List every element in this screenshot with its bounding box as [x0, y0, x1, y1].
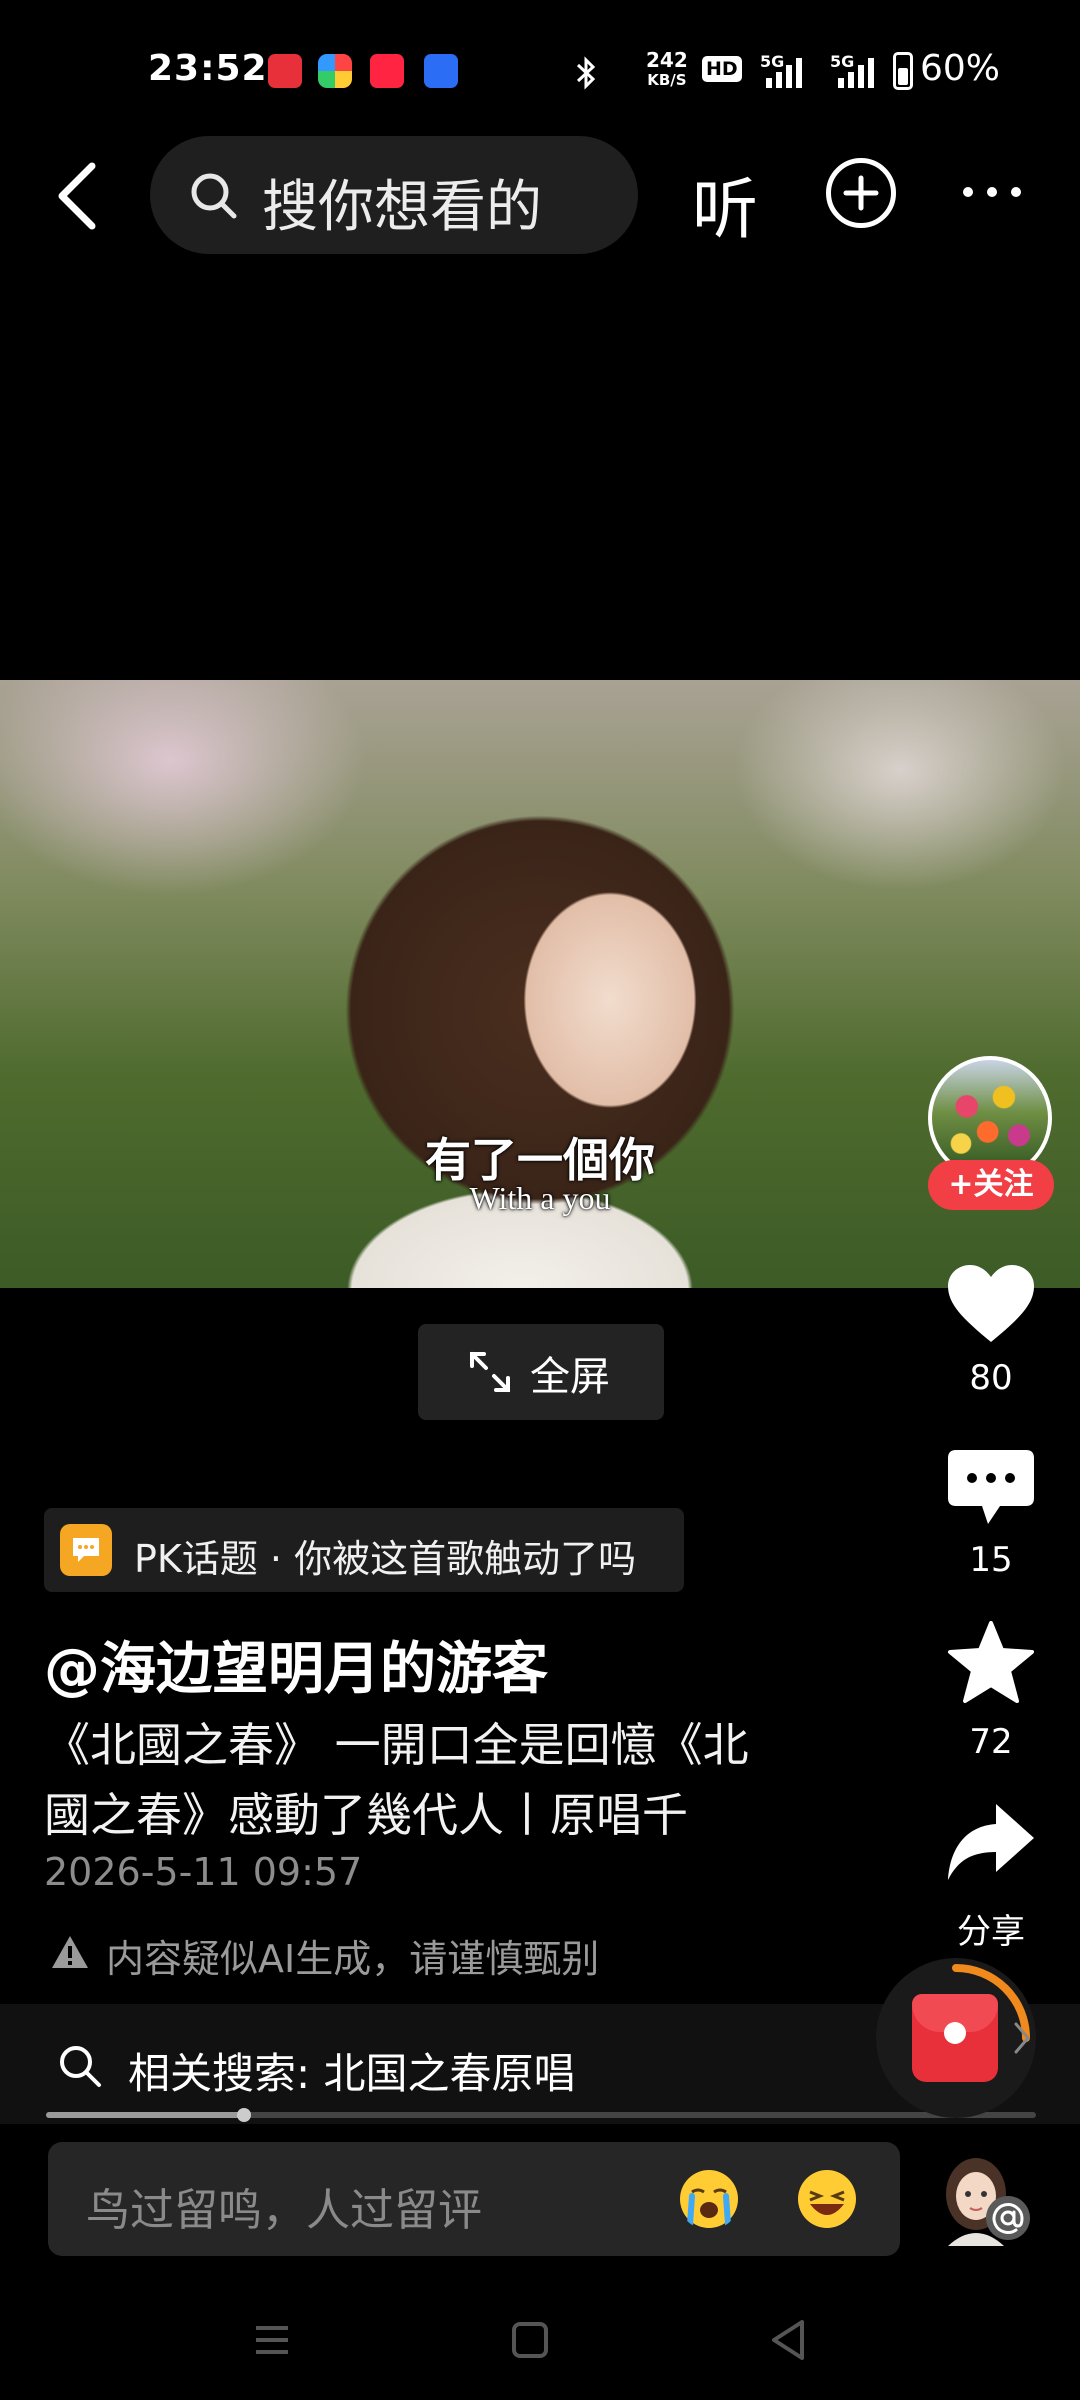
comment-count: 15 — [969, 1540, 1013, 1580]
battery-level — [898, 68, 908, 85]
baidu-icon — [424, 54, 458, 88]
status-time: 23:52 — [148, 48, 268, 89]
video-player[interactable]: 有了一個你 With a you — [0, 680, 1080, 1288]
crying-emoji-icon[interactable] — [678, 2168, 740, 2230]
related-search-label: 相关搜索: 北国之春原唱 — [128, 2049, 576, 2098]
network-speed-value: 242 — [646, 48, 688, 72]
like-icon[interactable] — [944, 1262, 1038, 1346]
red-packet-seal — [944, 2022, 966, 2044]
network-speed-unit: KB/S — [647, 71, 687, 89]
video-progress-thumb[interactable] — [237, 2108, 251, 2122]
signal-icon — [838, 58, 874, 88]
back-button[interactable] — [48, 160, 108, 232]
chevron-right-icon — [1014, 2022, 1030, 2054]
fullscreen-label: 全屏 — [530, 1354, 610, 1400]
author-name[interactable]: @海边望明月的游客 — [44, 1624, 548, 1705]
hd-badge: HD — [702, 56, 742, 82]
photos-icon — [318, 54, 352, 88]
caption-line: 《北國之春》 一開口全是回憶《北 — [44, 1718, 749, 1772]
caption-line: 國之春》感動了幾代人丨原唱千 — [44, 1788, 688, 1842]
fullscreen-button[interactable]: 全屏 — [418, 1324, 664, 1420]
xiaohongshu-icon — [370, 54, 404, 88]
battery-icon — [893, 52, 913, 90]
network-speed: 242 KB/S — [646, 50, 688, 90]
search-icon — [191, 173, 237, 219]
home-nav-icon[interactable] — [500, 2310, 560, 2370]
share-label: 分享 — [957, 1912, 1025, 1952]
comment-icon[interactable] — [944, 1446, 1038, 1530]
ai-warning-text: 内容疑似AI生成，请谨慎甄别 — [106, 1937, 600, 1981]
search-input[interactable]: 搜你想看的 — [150, 136, 638, 254]
topic-chat-icon — [60, 1524, 112, 1576]
status-bar: 23:52 242 KB/S HD 5G 5G 60% — [0, 0, 1080, 140]
add-button[interactable] — [826, 158, 896, 228]
comment-placeholder: 鸟过留鸣，人过留评 — [86, 2185, 482, 2236]
menu-nav-icon[interactable] — [242, 2310, 302, 2370]
topic-text: PK话题 · 你被这首歌触动了吗 — [134, 1537, 637, 1581]
chat-bubble-icon — [73, 1538, 99, 1562]
signal-icon — [766, 58, 802, 88]
favorite-count: 72 — [969, 1722, 1013, 1762]
plus-icon — [843, 175, 879, 211]
warning-icon — [52, 1936, 88, 1968]
battery-percent: 60% — [920, 48, 1001, 89]
topic-pill[interactable]: PK话题 · 你被这首歌触动了吗 — [44, 1508, 684, 1592]
expand-icon — [470, 1352, 510, 1392]
follow-button[interactable]: +关注 — [928, 1160, 1054, 1210]
mention-icon[interactable] — [986, 2196, 1030, 2240]
video-progress-fill — [46, 2112, 244, 2118]
search-icon — [60, 2046, 101, 2087]
laughing-emoji-icon[interactable] — [796, 2168, 858, 2230]
red-packet-button[interactable] — [876, 1958, 1036, 2118]
video-subtitle-english: With a you — [469, 1180, 611, 1216]
back-nav-icon[interactable] — [758, 2310, 818, 2370]
comment-input[interactable]: 鸟过留鸣，人过留评 — [48, 2142, 900, 2256]
toutiao-icon — [268, 54, 302, 88]
post-caption: 《北國之春》 一開口全是回憶《北 國之春》感動了幾代人丨原唱千 — [44, 1710, 864, 1850]
search-placeholder: 搜你想看的 — [262, 175, 542, 240]
red-packet-icon — [912, 1994, 998, 2082]
like-count: 80 — [969, 1358, 1013, 1398]
post-date: 2026-5-11 09:57 — [44, 1850, 363, 1894]
more-button[interactable] — [960, 170, 1024, 214]
share-icon[interactable] — [944, 1800, 1038, 1884]
listen-button[interactable]: 听 — [692, 156, 758, 252]
bluetooth-icon — [576, 56, 596, 90]
favorite-star-icon[interactable] — [944, 1620, 1038, 1704]
